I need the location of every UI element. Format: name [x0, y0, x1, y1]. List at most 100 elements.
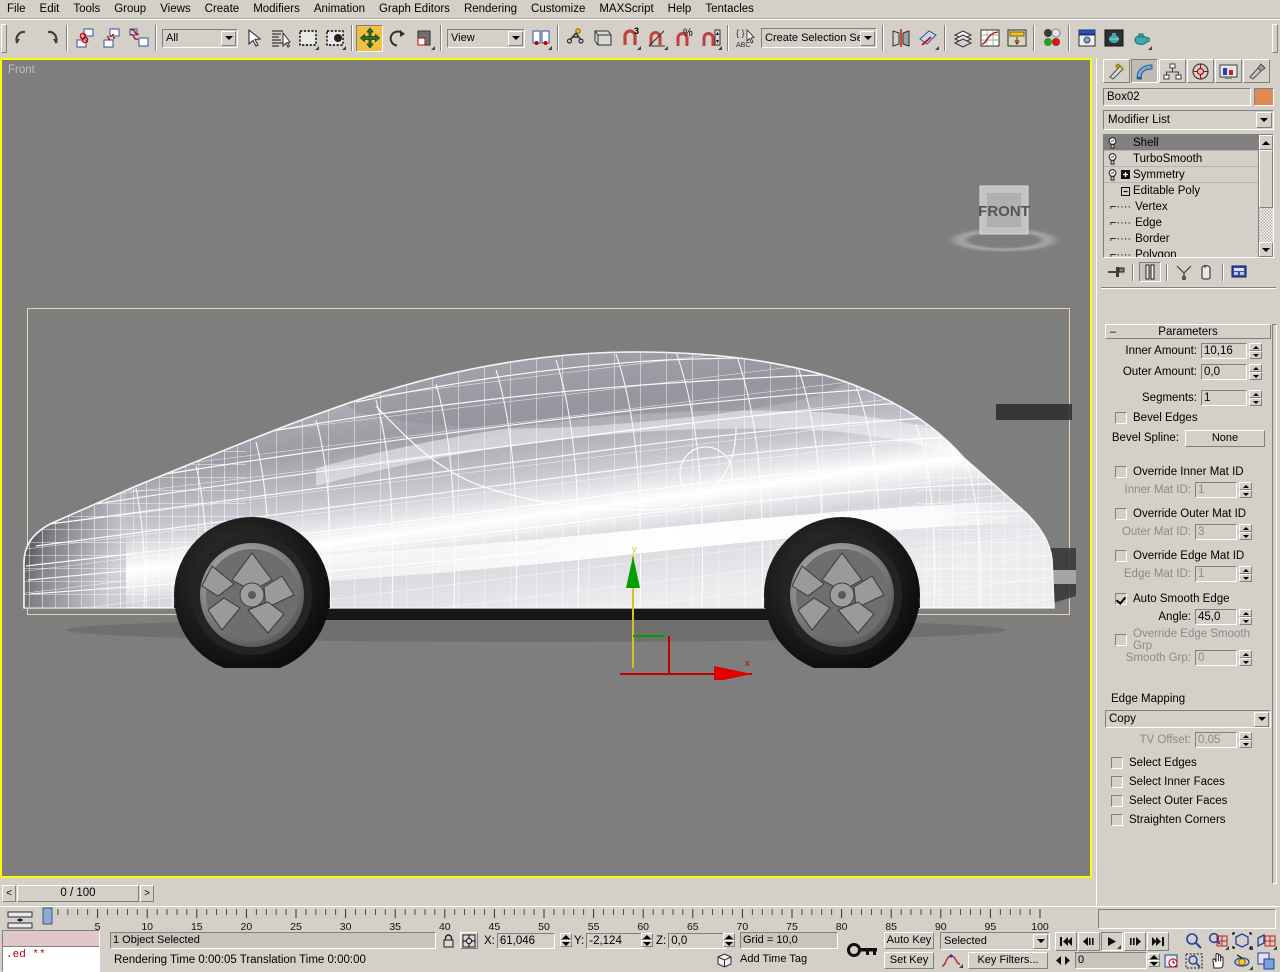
- override-edge-mat-checkbox[interactable]: [1115, 549, 1127, 562]
- reference-coordinate-system-combo[interactable]: View: [447, 28, 525, 48]
- show-end-result-icon[interactable]: [1139, 262, 1161, 282]
- menu-item-tentacles[interactable]: Tentacles: [698, 2, 761, 17]
- edge-mat-id-spinner[interactable]: [1239, 566, 1252, 582]
- auto-key-button[interactable]: Auto Key: [884, 932, 934, 949]
- pin-stack-icon[interactable]: [1105, 262, 1127, 282]
- inner-mat-id-spinner[interactable]: [1239, 482, 1252, 498]
- mini-listener-output[interactable]: .ed **: [3, 947, 99, 971]
- angle-snap-toggle-icon[interactable]: [643, 25, 670, 52]
- named-selection-set-combo[interactable]: Create Selection Set: [761, 28, 877, 48]
- segments-field[interactable]: 1: [1201, 390, 1247, 406]
- tab-hierarchy[interactable]: [1159, 59, 1186, 83]
- menu-item-animation[interactable]: Animation: [307, 2, 372, 17]
- select-edges-row[interactable]: Select Edges: [1105, 754, 1271, 771]
- scroll-down-arrow-icon[interactable]: [1259, 242, 1273, 257]
- make-unique-icon[interactable]: [1173, 262, 1195, 282]
- auto-smooth-edge-row[interactable]: Auto Smooth Edge: [1105, 590, 1271, 607]
- toolbar-grip[interactable]: [1, 23, 7, 53]
- maxscript-mini-listener[interactable]: .ed **: [2, 930, 100, 972]
- previous-frame-button[interactable]: <: [2, 884, 16, 902]
- zoom-extents-icon[interactable]: [1230, 931, 1254, 951]
- menu-item-file[interactable]: File: [0, 2, 33, 17]
- previous-frame-icon[interactable]: [1078, 931, 1100, 951]
- select-edges-checkbox[interactable]: [1111, 756, 1123, 769]
- stack-item-editable-poly[interactable]: Editable Poly: [1104, 183, 1258, 199]
- scrollbar-track[interactable]: [1259, 208, 1273, 242]
- segments-spinner[interactable]: [1249, 390, 1262, 406]
- open-mini-curve-editor-icon[interactable]: [6, 910, 36, 930]
- tab-create[interactable]: [1103, 59, 1130, 83]
- key-filters-button[interactable]: Key Filters...: [968, 952, 1048, 969]
- select-and-link-icon[interactable]: [71, 25, 98, 52]
- stack-item-symmetry[interactable]: Symmetry: [1104, 167, 1258, 183]
- viewport-front[interactable]: Front FRONT y x: [2, 60, 1090, 876]
- bind-to-space-warp-icon[interactable]: [125, 25, 152, 52]
- time-configuration-icon[interactable]: [1162, 952, 1180, 969]
- mini-listener-pink-pane[interactable]: [3, 931, 99, 947]
- stack-subobject-border[interactable]: ⌐···· Border: [1104, 231, 1258, 247]
- selection-set-filter-combo[interactable]: Selected: [940, 932, 1050, 950]
- straighten-corners-checkbox[interactable]: [1111, 813, 1123, 826]
- straighten-corners-row[interactable]: Straighten Corners: [1105, 811, 1271, 828]
- smooth-grp-field[interactable]: 0: [1195, 650, 1237, 666]
- chevron-down-icon[interactable]: [860, 30, 875, 46]
- car-mesh-object[interactable]: [16, 308, 1086, 673]
- zoom-all-icon[interactable]: [1206, 931, 1230, 951]
- z-field[interactable]: 0,0: [668, 932, 727, 949]
- outer-amount-field[interactable]: 0,0: [1201, 364, 1247, 380]
- time-slider[interactable]: < 0 / 100 >: [2, 884, 154, 902]
- menu-item-modifiers[interactable]: Modifiers: [246, 2, 307, 17]
- maximize-viewport-toggle-icon[interactable]: [1254, 951, 1278, 971]
- modifier-stack-list[interactable]: Shell TurboSmooth Symmetry Editable Poly…: [1104, 135, 1258, 257]
- next-frame-icon[interactable]: [1124, 931, 1146, 951]
- material-editor-icon[interactable]: [1038, 25, 1065, 52]
- smooth-grp-spinner[interactable]: [1239, 650, 1252, 666]
- render-setup-icon[interactable]: [1073, 25, 1100, 52]
- set-key-animate-icon[interactable]: [938, 952, 964, 969]
- inner-amount-spinner[interactable]: [1249, 343, 1262, 359]
- chevron-down-icon[interactable]: [508, 30, 523, 46]
- outer-mat-id-field[interactable]: 3: [1195, 524, 1237, 540]
- x-field[interactable]: 61,046: [496, 932, 555, 949]
- rollout-collapse-icon[interactable]: –: [1110, 327, 1116, 338]
- stack-subobject-polygon[interactable]: ⌐···· Polygon: [1104, 247, 1258, 257]
- menu-item-edit[interactable]: Edit: [33, 2, 67, 17]
- percent-snap-toggle-icon[interactable]: %: [670, 25, 697, 52]
- pan-view-icon[interactable]: [1206, 951, 1230, 971]
- y-field[interactable]: -2,124: [586, 932, 645, 949]
- chevron-down-icon[interactable]: [1033, 933, 1048, 949]
- time-tag-cube-icon[interactable]: [714, 952, 734, 969]
- tab-utilities[interactable]: [1243, 59, 1270, 83]
- chevron-down-icon[interactable]: [1254, 711, 1269, 727]
- angle-spinner[interactable]: [1239, 609, 1252, 625]
- object-name-field[interactable]: Box02: [1103, 88, 1251, 106]
- zoom-extents-all-icon[interactable]: [1254, 931, 1278, 951]
- modifier-stack-scrollbar[interactable]: [1258, 135, 1273, 257]
- select-and-manipulate-icon[interactable]: [562, 25, 589, 52]
- stack-subobject-vertex[interactable]: ⌐···· Vertex: [1104, 199, 1258, 215]
- override-outer-mat-row[interactable]: Override Outer Mat ID: [1105, 505, 1271, 522]
- menu-item-graph-editors[interactable]: Graph Editors: [372, 2, 457, 17]
- play-animation-icon[interactable]: [1101, 931, 1123, 951]
- current-frame-field[interactable]: 0: [1075, 952, 1147, 969]
- bevel-edges-checkbox[interactable]: [1115, 411, 1127, 424]
- absolute-mode-transform-type-in-button[interactable]: [460, 932, 478, 949]
- select-by-name-icon[interactable]: [267, 25, 294, 52]
- stack-item-shell[interactable]: Shell: [1104, 135, 1258, 151]
- select-inner-faces-checkbox[interactable]: [1111, 775, 1123, 788]
- z-spinner-arrows[interactable]: [723, 933, 735, 948]
- spinner-snap-toggle-icon[interactable]: [697, 25, 724, 52]
- menu-item-maxscript[interactable]: MAXScript: [592, 2, 660, 17]
- goto-end-icon[interactable]: [1147, 931, 1169, 951]
- layer-manager-icon[interactable]: [949, 25, 976, 52]
- menu-item-customize[interactable]: Customize: [524, 2, 592, 17]
- key-mode-toggle-icon[interactable]: [846, 933, 880, 967]
- move-transform-gizmo[interactable]: y x: [602, 540, 772, 682]
- 3d-snap-icon[interactable]: 3: [616, 25, 643, 52]
- tv-offset-field[interactable]: 0,05: [1195, 732, 1237, 748]
- align-icon[interactable]: [914, 25, 941, 52]
- expand-plus-icon[interactable]: [1119, 170, 1131, 179]
- rendered-frame-window-icon[interactable]: [1100, 25, 1127, 52]
- chevron-down-icon[interactable]: [221, 30, 236, 46]
- configure-modifier-sets-icon[interactable]: [1229, 262, 1251, 282]
